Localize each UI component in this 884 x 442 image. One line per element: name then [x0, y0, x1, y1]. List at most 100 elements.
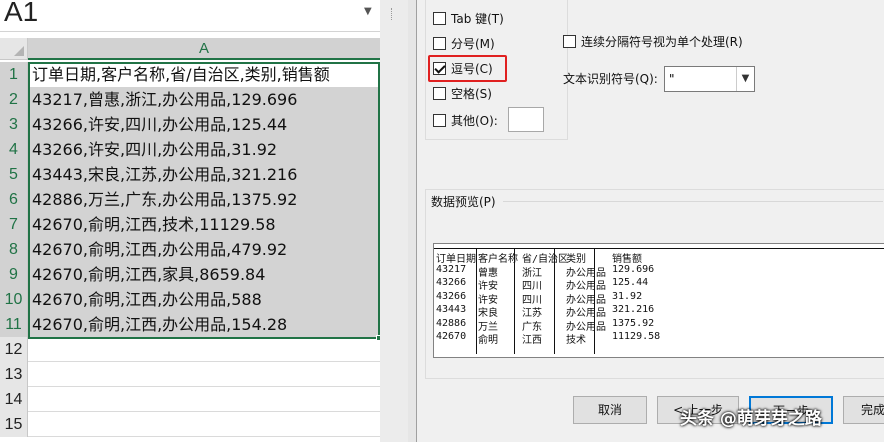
checkbox-box[interactable] — [433, 86, 446, 100]
checkbox-consecutive-label: 连续分隔符号视为单个处理(R) — [581, 34, 743, 49]
cell-a[interactable] — [28, 337, 380, 362]
preview-cell: 42670 — [436, 331, 467, 342]
preview-label: 数据预览(P) — [431, 195, 496, 209]
row-header[interactable]: 12 — [0, 337, 28, 362]
column-header-a[interactable]: A — [28, 38, 380, 60]
checkbox-other-label: 其他(O): — [451, 113, 498, 128]
row-header[interactable]: 9 — [0, 262, 28, 287]
cell-a[interactable] — [28, 412, 380, 437]
row-header[interactable]: 14 — [0, 387, 28, 412]
text-qualifier-value: " — [669, 72, 675, 86]
table-row: 5 43443,宋良,江苏,办公用品,321.216 — [0, 162, 380, 187]
column-break-line[interactable] — [514, 248, 515, 354]
cell-a[interactable]: 42670,俞明,江西,办公用品,154.28 — [28, 312, 380, 337]
screenshot: A1 ▼ A 1 订单日期,客户名称,省/自治区,类别,销售额 2 43217,曾惠,… — [0, 0, 884, 442]
preview-cell: 321.216 — [612, 304, 655, 315]
preview-cell: 43217 — [436, 263, 467, 275]
cell-a[interactable]: 42670,俞明,江西,办公用品,479.92 — [28, 237, 380, 262]
cell-a[interactable]: 42886,万兰,广东,办公用品,1375.92 — [28, 187, 380, 212]
preview-cell: 125.44 — [612, 277, 649, 288]
table-row: 13 — [0, 362, 380, 387]
cell-a[interactable]: 42670,俞明,江西,办公用品,588 — [28, 287, 380, 312]
checkbox-other[interactable]: 其他(O): — [433, 110, 498, 130]
row-header[interactable]: 5 — [0, 162, 28, 187]
cancel-button[interactable]: 取消 — [573, 396, 647, 424]
grip-icon — [391, 8, 394, 20]
column-break-line[interactable] — [476, 248, 477, 354]
row-header[interactable]: 15 — [0, 412, 28, 437]
checkbox-box[interactable] — [563, 34, 576, 48]
table-row: 6 42886,万兰,广东,办公用品,1375.92 — [0, 187, 380, 212]
checkbox-space-label: 空格(S) — [451, 86, 492, 101]
preview-cell: 129.696 — [612, 263, 655, 275]
cell-a[interactable]: 42670,俞明,江西,家具,8659.84 — [28, 262, 380, 287]
preview-cell: 1375.92 — [612, 317, 655, 329]
row-header[interactable]: 3 — [0, 112, 28, 137]
row-header[interactable]: 11 — [0, 312, 28, 337]
cell-a[interactable] — [28, 387, 380, 412]
chevron-down-icon[interactable]: ▼ — [364, 6, 372, 17]
table-row: 11 42670,俞明,江西,办公用品,154.28 — [0, 312, 380, 337]
preview-cell: 43266 — [436, 290, 467, 302]
cell-a[interactable]: 43266,许安,四川,办公用品,31.92 — [28, 137, 380, 162]
row-header[interactable]: 10 — [0, 287, 28, 312]
text-import-wizard-dialog: Tab 键(T) 分号(M) 逗号(C) 空格(S) 其他(O): 连续分隔符号… — [416, 0, 884, 442]
cell-a[interactable]: 43266,许安,四川,办公用品,125.44 — [28, 112, 380, 137]
checkbox-comma[interactable]: 逗号(C) — [433, 58, 493, 78]
row-header[interactable]: 8 — [0, 237, 28, 262]
preview-cell: 43443 — [436, 304, 467, 315]
chevron-down-icon[interactable]: ▼ — [736, 67, 754, 91]
column-break-line[interactable] — [554, 248, 555, 354]
text-qualifier-label: 文本识别符号(Q): — [563, 72, 658, 86]
checkbox-box[interactable] — [433, 36, 446, 50]
data-preview-pane[interactable]: 订单日期 客户名称 省/自治区 类别 销售额 43217 曾惠 浙江 办公用品 129.696 43… — [433, 243, 884, 358]
table-row: 4 43266,许安,四川,办公用品,31.92 — [0, 137, 380, 162]
table-row: 10 42670,俞明,江西,办公用品,588 — [0, 287, 380, 312]
checkbox-tab[interactable]: Tab 键(T) — [433, 8, 504, 28]
table-row: 8 42670,俞明,江西,办公用品,479.92 — [0, 237, 380, 262]
preview-cell: 31.92 — [612, 290, 643, 302]
cell-a[interactable]: 43443,宋良,江苏,办公用品,321.216 — [28, 162, 380, 187]
preview-cell: 俞明 — [478, 335, 498, 346]
preview-cell: 技术 — [566, 335, 586, 346]
cell-a[interactable] — [28, 362, 380, 387]
table-row: 12 — [0, 337, 380, 362]
table-row: 7 42670,俞明,江西,技术,11129.58 — [0, 212, 380, 237]
checkbox-consecutive[interactable]: 连续分隔符号视为单个处理(R) — [563, 31, 743, 51]
preview-cell: 江西 — [522, 335, 542, 346]
checkbox-box[interactable] — [433, 113, 446, 127]
table-row: 2 43217,曾惠,浙江,办公用品,129.696 — [0, 87, 380, 112]
select-all-corner[interactable] — [0, 38, 28, 60]
row-header[interactable]: 6 — [0, 187, 28, 212]
row-header[interactable]: 7 — [0, 212, 28, 237]
table-row: 1 订单日期,客户名称,省/自治区,类别,销售额 — [0, 62, 380, 87]
cell-a[interactable]: 42670,俞明,江西,技术,11129.58 — [28, 212, 380, 237]
checkbox-tab-label: Tab 键(T) — [451, 11, 504, 26]
preview-divider — [503, 201, 883, 202]
row-header[interactable]: 13 — [0, 362, 28, 387]
row-header[interactable]: 4 — [0, 137, 28, 162]
text-qualifier-select[interactable]: " ▼ — [664, 66, 755, 92]
column-break-line[interactable] — [594, 248, 595, 354]
watermark: 头条 @萌芽芽之路 — [680, 409, 822, 429]
table-row: 15 — [0, 412, 380, 437]
finish-button[interactable]: 完成 — [843, 396, 884, 424]
checkbox-semicolon-label: 分号(M) — [451, 36, 495, 51]
preview-ruler — [434, 248, 884, 249]
checkbox-box[interactable] — [433, 11, 446, 25]
preview-cell: 42886 — [436, 317, 467, 329]
preview-cell: 11129.58 — [612, 331, 661, 342]
cell-a[interactable]: 订单日期,客户名称,省/自治区,类别,销售额 — [28, 62, 380, 87]
excel-sheet: A1 ▼ A 1 订单日期,客户名称,省/自治区,类别,销售额 2 43217,曾惠,… — [0, 0, 408, 442]
name-box[interactable]: A1 ▼ — [0, 0, 380, 32]
sheet-rows: 1 订单日期,客户名称,省/自治区,类别,销售额 2 43217,曾惠,浙江,办公用品… — [0, 62, 380, 437]
table-row: 9 42670,俞明,江西,家具,8659.84 — [0, 262, 380, 287]
checkbox-space[interactable]: 空格(S) — [433, 83, 492, 103]
checkbox-semicolon[interactable]: 分号(M) — [433, 33, 495, 53]
cell-a[interactable]: 43217,曾惠,浙江,办公用品,129.696 — [28, 87, 380, 112]
name-box-value: A1 — [4, 0, 39, 27]
other-delimiter-input[interactable] — [508, 107, 544, 132]
row-header[interactable]: 1 — [0, 62, 28, 87]
row-header[interactable]: 2 — [0, 87, 28, 112]
checkbox-box[interactable] — [433, 61, 446, 75]
